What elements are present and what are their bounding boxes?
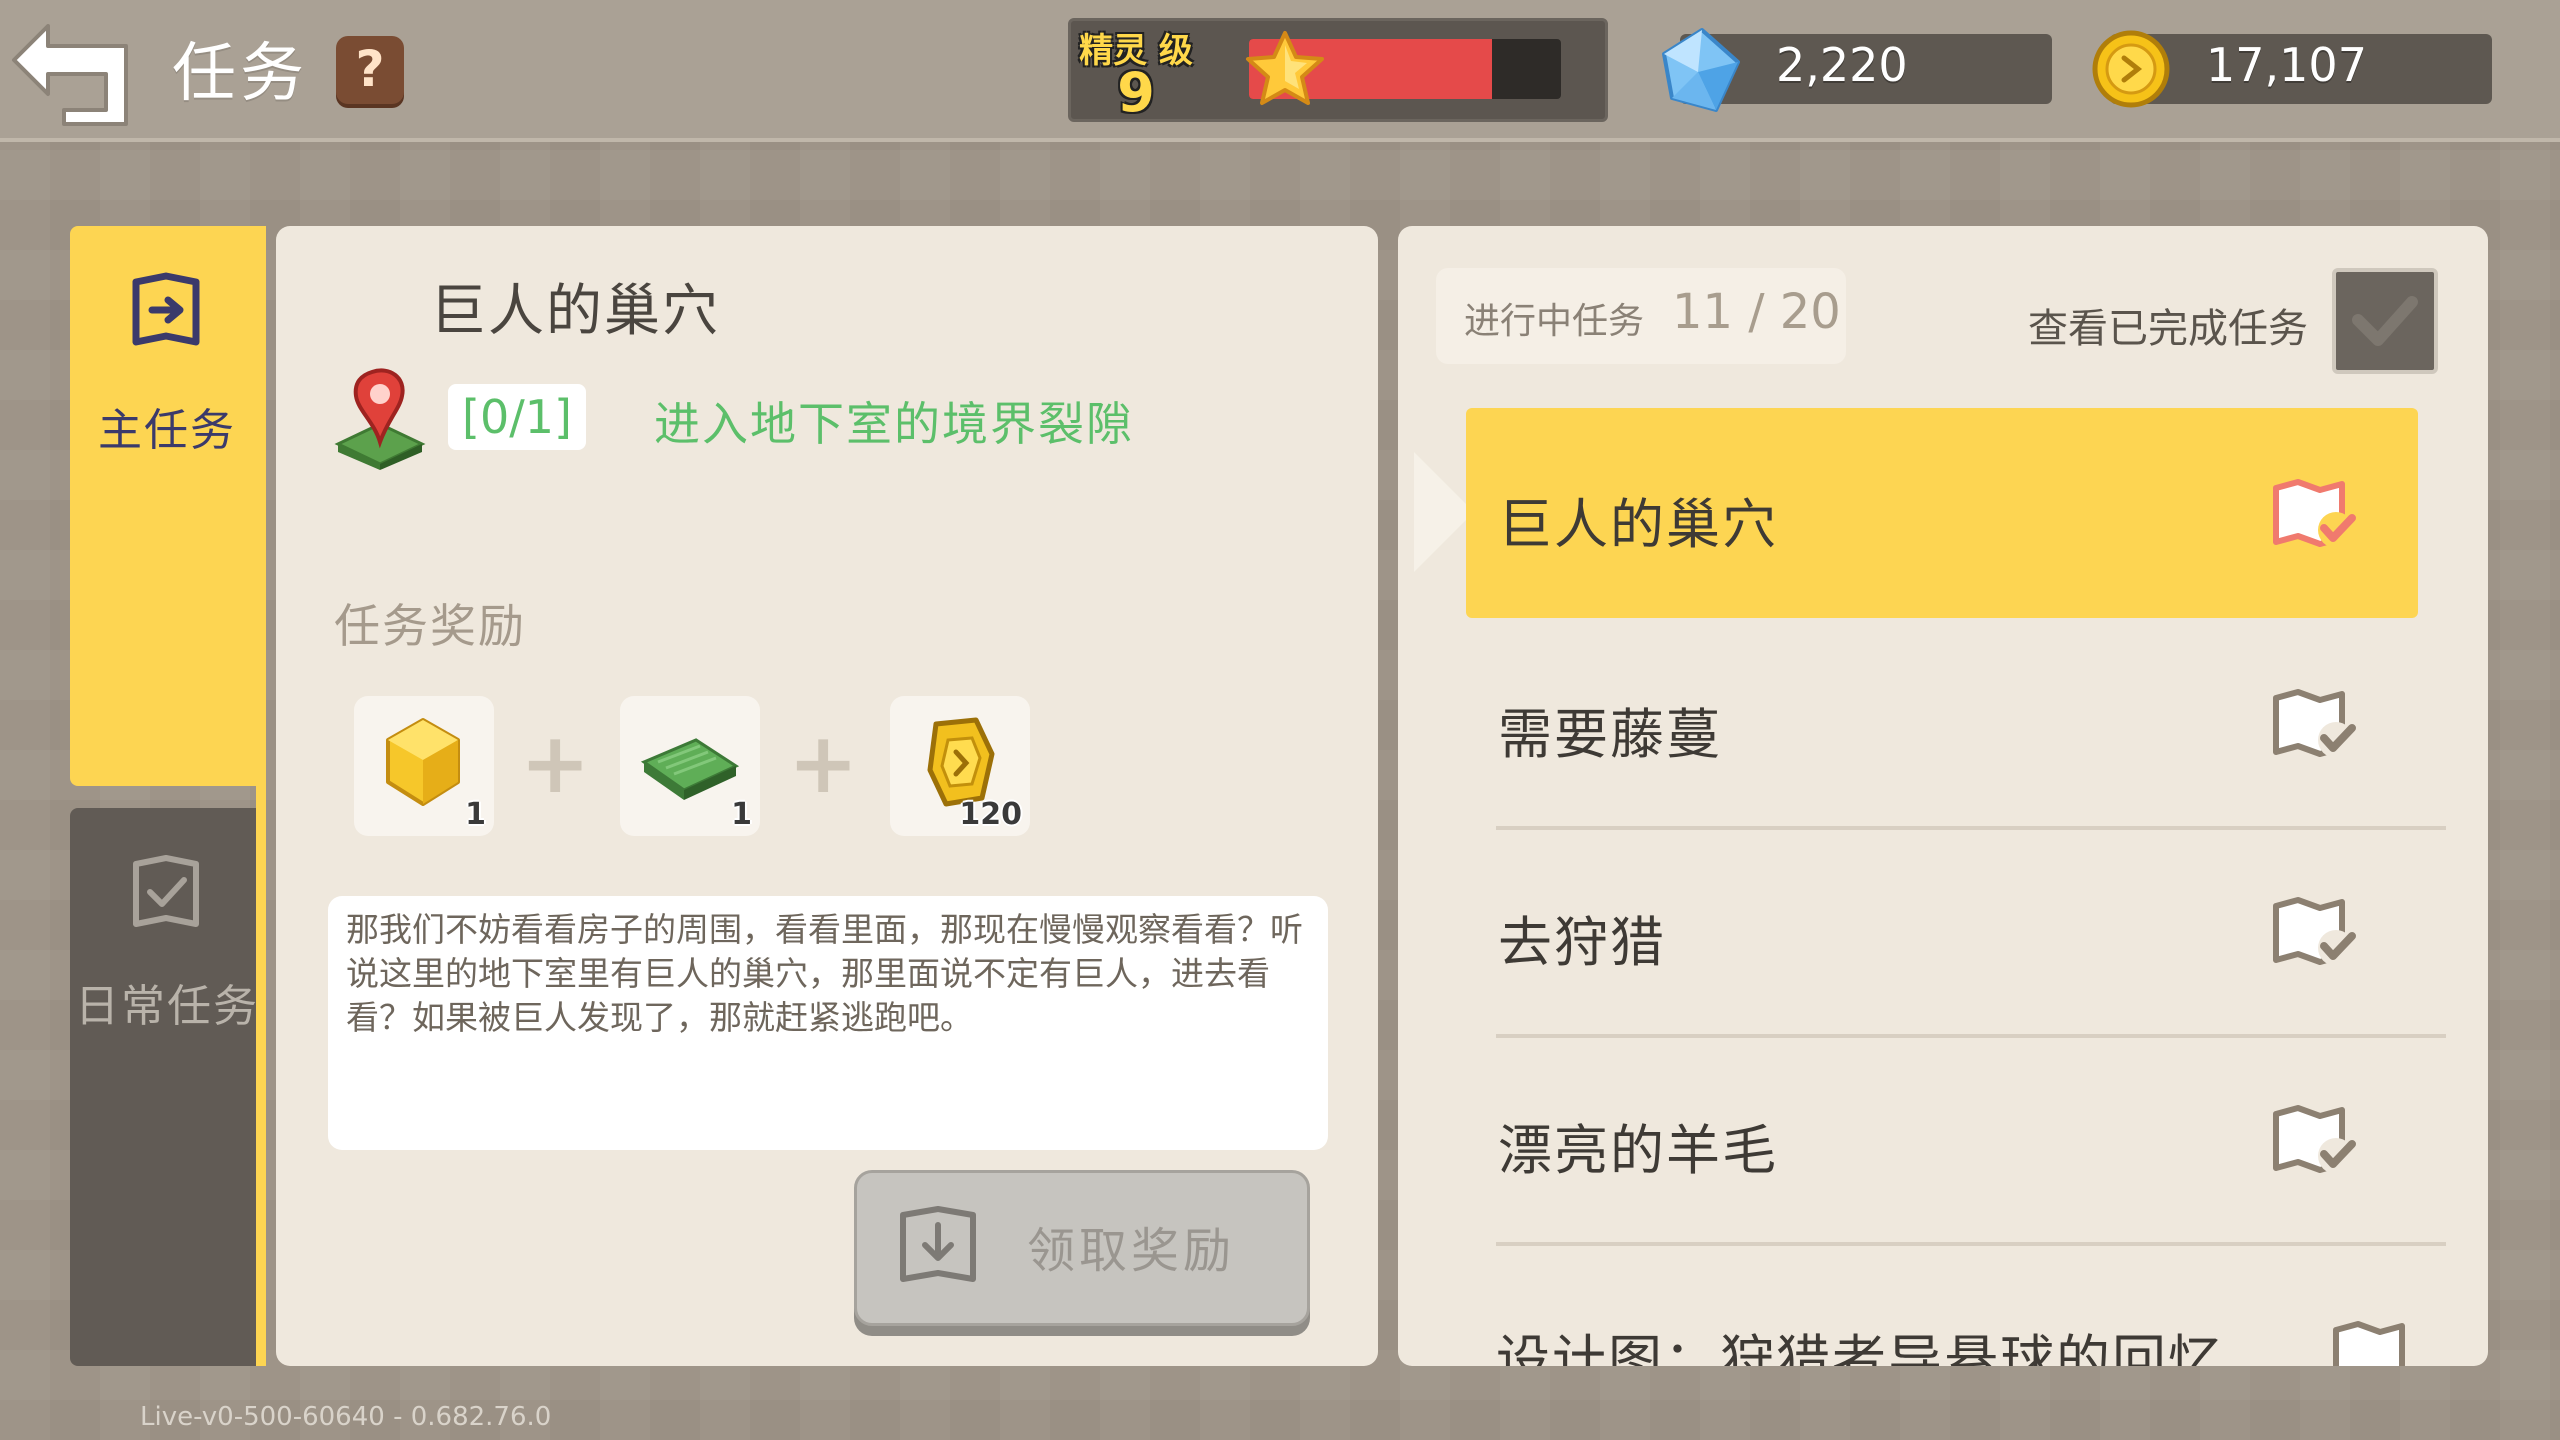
daily-quest-icon bbox=[133, 855, 199, 927]
in-progress-label: 进行中任务 bbox=[1464, 301, 1645, 342]
top-bar: 任务 ? 精灵 级 9 2,220 17,107 bbox=[0, 0, 2560, 142]
reward-slot[interactable]: 120 bbox=[890, 696, 1030, 836]
quest-name: 需要藤蔓 bbox=[1498, 703, 1722, 766]
claim-reward-button[interactable]: 领取奖励 bbox=[854, 1170, 1310, 1326]
reward-slot[interactable]: 1 bbox=[620, 696, 760, 836]
quest-title: 巨人的巢穴 bbox=[430, 279, 720, 344]
quest-flag-icon bbox=[2273, 897, 2356, 966]
objective-progress: [0/1] bbox=[448, 384, 586, 450]
quest-flag-icon bbox=[2273, 479, 2356, 548]
quest-list-item[interactable]: 去狩猎 bbox=[1466, 826, 2418, 1036]
quest-flag-icon bbox=[2333, 1321, 2405, 1366]
tab-main-label: 主任务 bbox=[98, 405, 236, 456]
quest-name: 去狩猎 bbox=[1498, 911, 1666, 974]
checkmark-icon bbox=[2352, 296, 2418, 346]
quest-name: 巨人的巢穴 bbox=[1498, 493, 1778, 556]
claim-icon bbox=[900, 1206, 976, 1282]
quest-flag-icon bbox=[2273, 1105, 2356, 1174]
page-title: 任务 bbox=[172, 37, 308, 111]
location-pin-icon bbox=[334, 368, 426, 470]
view-completed-label: 查看已完成任务 bbox=[2028, 306, 2308, 352]
gem-value: 2,220 bbox=[1776, 38, 1908, 92]
tab-daily-quests[interactable]: 日常任务 bbox=[70, 808, 264, 1366]
level-value: 9 bbox=[1117, 61, 1155, 124]
in-progress-counter: 进行中任务 11 / 20 bbox=[1436, 268, 1846, 364]
objective-row: [0/1] 进入地下室的境界裂隙 bbox=[332, 366, 1332, 470]
quest-list-item[interactable]: 巨人的巢穴 bbox=[1466, 408, 2418, 618]
quest-list-item[interactable]: 漂亮的羊毛 bbox=[1466, 1034, 2418, 1244]
version-label: Live-v0-500-60640 - 0.682.76.0 bbox=[140, 1402, 552, 1432]
quest-name: 漂亮的羊毛 bbox=[1498, 1119, 1778, 1182]
coin-counter[interactable]: 17,107 bbox=[2092, 30, 2492, 108]
reward-count: 1 bbox=[465, 797, 486, 832]
help-button[interactable]: ? bbox=[336, 36, 404, 104]
diamond-icon bbox=[1662, 28, 1740, 112]
gem-counter[interactable]: 2,220 bbox=[1662, 28, 2052, 112]
plus-icon: + bbox=[788, 714, 859, 812]
star-icon bbox=[1246, 31, 1324, 105]
quest-list-panel: 进行中任务 11 / 20 查看已完成任务 巨人的巢穴 需要藤蔓 去狩猎 漂亮的… bbox=[1398, 226, 2488, 1366]
quest-name[interactable]: 设计图：狩猎者导悬球的回忆 bbox=[1496, 1316, 2224, 1366]
plus-icon: + bbox=[520, 714, 591, 812]
gold-coin-icon bbox=[2092, 30, 2170, 108]
back-arrow-icon bbox=[12, 24, 128, 126]
tab-main-quests[interactable]: 主任务 bbox=[70, 226, 264, 786]
quest-detail-panel: 巨人的巢穴 [0/1] 进入地下室的境界裂隙 任务奖励 1 + 1 + 120 … bbox=[276, 226, 1378, 1366]
quest-description-box: 那我们不妨看看房子的周围，看看里面，那现在慢慢观察看看？听说这里的地下室里有巨人… bbox=[328, 896, 1328, 1150]
coin-value: 17,107 bbox=[2206, 38, 2367, 92]
objective-text: 进入地下室的境界裂隙 bbox=[654, 397, 1134, 451]
back-button[interactable] bbox=[8, 6, 136, 128]
view-completed-toggle[interactable] bbox=[2332, 268, 2438, 374]
quest-list-item[interactable]: 需要藤蔓 bbox=[1466, 618, 2418, 828]
reward-count: 120 bbox=[959, 797, 1022, 832]
main-quest-icon bbox=[132, 272, 200, 346]
yellow-gem-icon bbox=[386, 718, 460, 806]
list-divider bbox=[1496, 1242, 2446, 1246]
quest-flag-icon bbox=[2273, 689, 2356, 758]
reward-slot[interactable]: 1 bbox=[354, 696, 494, 836]
reward-count: 1 bbox=[731, 797, 752, 832]
quest-description: 那我们不妨看看房子的周围，看看里面，那现在慢慢观察看看？听说这里的地下室里有巨人… bbox=[346, 910, 1303, 1037]
claim-reward-label: 领取奖励 bbox=[1027, 1223, 1236, 1279]
level-panel: 精灵 级 9 bbox=[1068, 18, 1608, 124]
reward-heading: 任务奖励 bbox=[334, 599, 526, 653]
tab-daily-label: 日常任务 bbox=[75, 981, 259, 1032]
in-progress-count: 11 / 20 bbox=[1672, 284, 1841, 340]
tab-accent-strip bbox=[256, 226, 266, 1366]
grass-block-icon bbox=[640, 738, 740, 800]
